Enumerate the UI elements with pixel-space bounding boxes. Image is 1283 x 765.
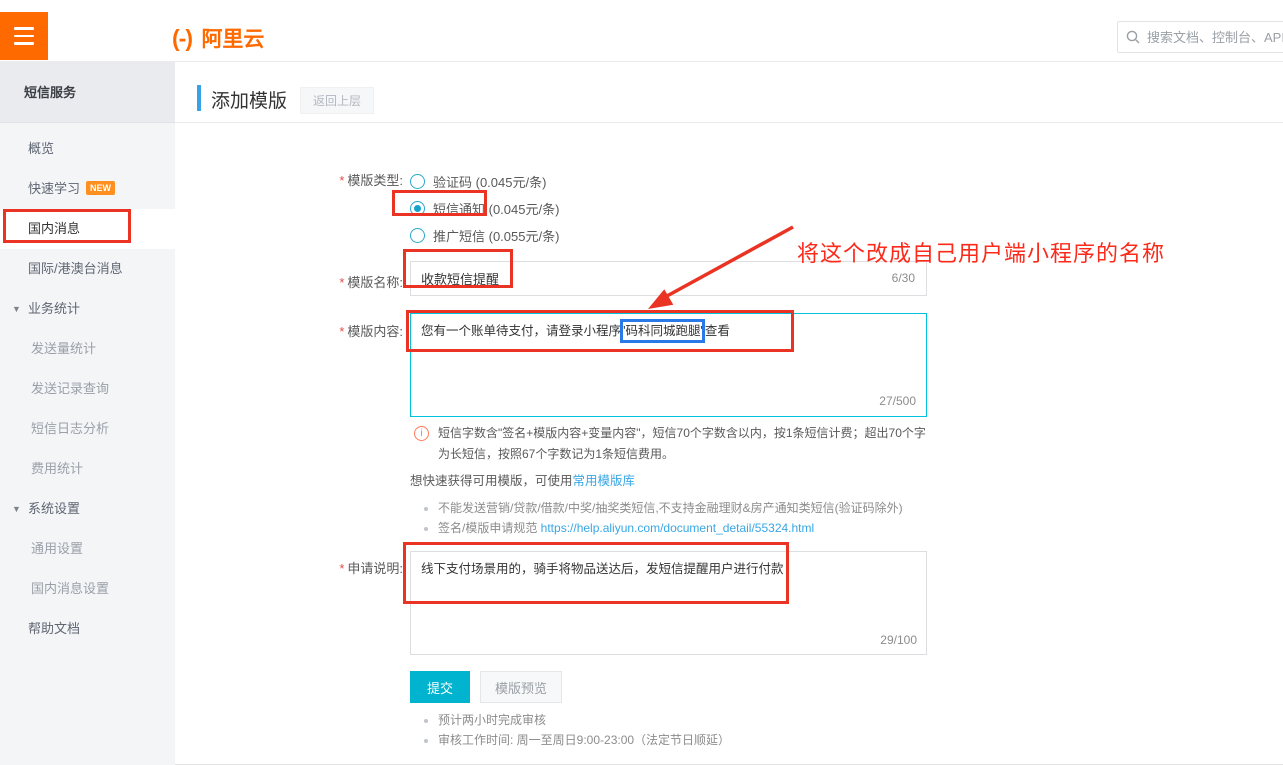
sidebar-title: 短信服务 bbox=[0, 62, 175, 123]
hamburger-icon bbox=[14, 27, 34, 30]
annotation-callout-text: 将这个改成自己用户端小程序的名称 bbox=[797, 236, 1165, 268]
sidebar: 短信服务 概览 快速学习NEW 国内消息 国际/港澳台消息 ▼业务统计 发送量统… bbox=[0, 62, 175, 765]
sidebar-group-system-settings[interactable]: ▼系统设置 bbox=[0, 489, 175, 529]
rule-item: 不能发送营销/贷款/借款/中奖/抽奖类短信,不支持金融理财&房产通知类短信(验证… bbox=[438, 498, 903, 518]
sidebar-item-send-volume-stats[interactable]: 发送量统计 bbox=[0, 329, 175, 369]
aliyun-logo-text: 阿里云 bbox=[201, 28, 264, 51]
back-button[interactable]: 返回上层 bbox=[300, 87, 374, 114]
radio-verification-code[interactable]: 验证码 (0.045元/条) bbox=[410, 170, 546, 192]
sidebar-item-domestic-message-settings[interactable]: 国内消息设置 bbox=[0, 569, 175, 609]
app-root: (-) 阿里云 短信服务 概览 快速学习NEW 国内消息 国际/港澳台消息 ▼业… bbox=[0, 0, 1283, 765]
radio-sms-notification[interactable]: 短信通知 (0.045元/条) bbox=[410, 197, 559, 219]
footnote-item: 审核工作时间: 周一至周日9:00-23:00（法定节日顺延） bbox=[438, 730, 730, 750]
footnote-item: 预计两小时完成审核 bbox=[438, 710, 730, 730]
page-header: 添加模版 返回上层 bbox=[175, 62, 1283, 123]
sidebar-item-quick-learn[interactable]: 快速学习NEW bbox=[0, 169, 175, 209]
sidebar-item-domestic-messages[interactable]: 国内消息 bbox=[0, 209, 175, 249]
sidebar-item-intl-messages[interactable]: 国际/港澳台消息 bbox=[0, 249, 175, 289]
info-icon: i bbox=[414, 426, 429, 441]
template-content-editor[interactable]: 您有一个账单待支付，请登录小程序"码科同城跑腿"查看 27/500 bbox=[410, 313, 927, 417]
search-input[interactable] bbox=[1147, 30, 1283, 45]
char-counter: 27/500 bbox=[879, 392, 916, 410]
rule-item: 签名/模版申请规范 https://help.aliyun.com/docume… bbox=[438, 518, 903, 538]
template-name-label: *模版名称: bbox=[273, 272, 403, 291]
footnotes-list: 预计两小时完成审核 审核工作时间: 周一至周日9:00-23:00（法定节日顺延… bbox=[438, 710, 730, 750]
common-template-library-link[interactable]: 常用模版库 bbox=[573, 474, 636, 488]
hamburger-menu-button[interactable] bbox=[0, 12, 48, 60]
sidebar-item-cost-stats[interactable]: 费用统计 bbox=[0, 449, 175, 489]
char-counter: 6/30 bbox=[892, 271, 915, 285]
page-title: 添加模版 bbox=[211, 86, 287, 113]
billing-notice-text: 短信字数含"签名+模版内容+变量内容"，短信70个字数含以内，按1条短信计费；超… bbox=[438, 423, 936, 465]
radio-icon bbox=[410, 228, 425, 243]
caret-down-icon: ▼ bbox=[12, 489, 21, 529]
template-type-label: *模版类型: bbox=[273, 170, 403, 189]
quick-template-tip: 想快速获得可用模版，可使用常用模版库 bbox=[410, 470, 635, 489]
topbar: (-) 阿里云 bbox=[0, 0, 1283, 62]
sidebar-nav: 概览 快速学习NEW 国内消息 国际/港澳台消息 ▼业务统计 发送量统计 发送记… bbox=[0, 123, 175, 649]
aliyun-logo[interactable]: (-) 阿里云 bbox=[172, 23, 264, 53]
radio-selected-icon bbox=[410, 201, 425, 216]
radio-promo-sms[interactable]: 推广短信 (0.055元/条) bbox=[410, 224, 559, 246]
global-search[interactable] bbox=[1117, 21, 1283, 53]
template-content-label: *模版内容: bbox=[273, 321, 403, 340]
sidebar-item-send-record-query[interactable]: 发送记录查询 bbox=[0, 369, 175, 409]
sidebar-group-business-stats[interactable]: ▼业务统计 bbox=[0, 289, 175, 329]
sidebar-item-sms-log-analysis[interactable]: 短信日志分析 bbox=[0, 409, 175, 449]
char-counter: 29/100 bbox=[880, 633, 917, 647]
sidebar-item-overview[interactable]: 概览 bbox=[0, 129, 175, 169]
radio-icon bbox=[410, 174, 425, 189]
preview-button[interactable]: 模版预览 bbox=[480, 671, 562, 703]
caret-down-icon: ▼ bbox=[12, 289, 21, 329]
application-note-field: 线下支付场景用的，骑手将物品送达后，发短信提醒用户进行付款 29/100 bbox=[410, 551, 927, 655]
highlighted-app-name: 码科同城跑腿 bbox=[625, 324, 700, 338]
sidebar-item-help-docs[interactable]: 帮助文档 bbox=[0, 609, 175, 649]
doc-link[interactable]: https://help.aliyun.com/document_detail/… bbox=[541, 521, 815, 535]
application-note-textarea[interactable]: 线下支付场景用的，骑手将物品送达后，发短信提醒用户进行付款 bbox=[410, 551, 927, 655]
application-note-label: *申请说明: bbox=[273, 558, 403, 577]
sidebar-item-general-settings[interactable]: 通用设置 bbox=[0, 529, 175, 569]
title-accent-bar bbox=[197, 85, 201, 111]
new-badge: NEW bbox=[86, 181, 115, 195]
submit-button[interactable]: 提交 bbox=[410, 671, 470, 703]
search-icon bbox=[1126, 30, 1140, 44]
rules-list: 不能发送营销/贷款/借款/中奖/抽奖类短信,不支持金融理财&房产通知类短信(验证… bbox=[438, 498, 903, 538]
aliyun-logo-bracket-icon: (-) bbox=[172, 25, 192, 51]
